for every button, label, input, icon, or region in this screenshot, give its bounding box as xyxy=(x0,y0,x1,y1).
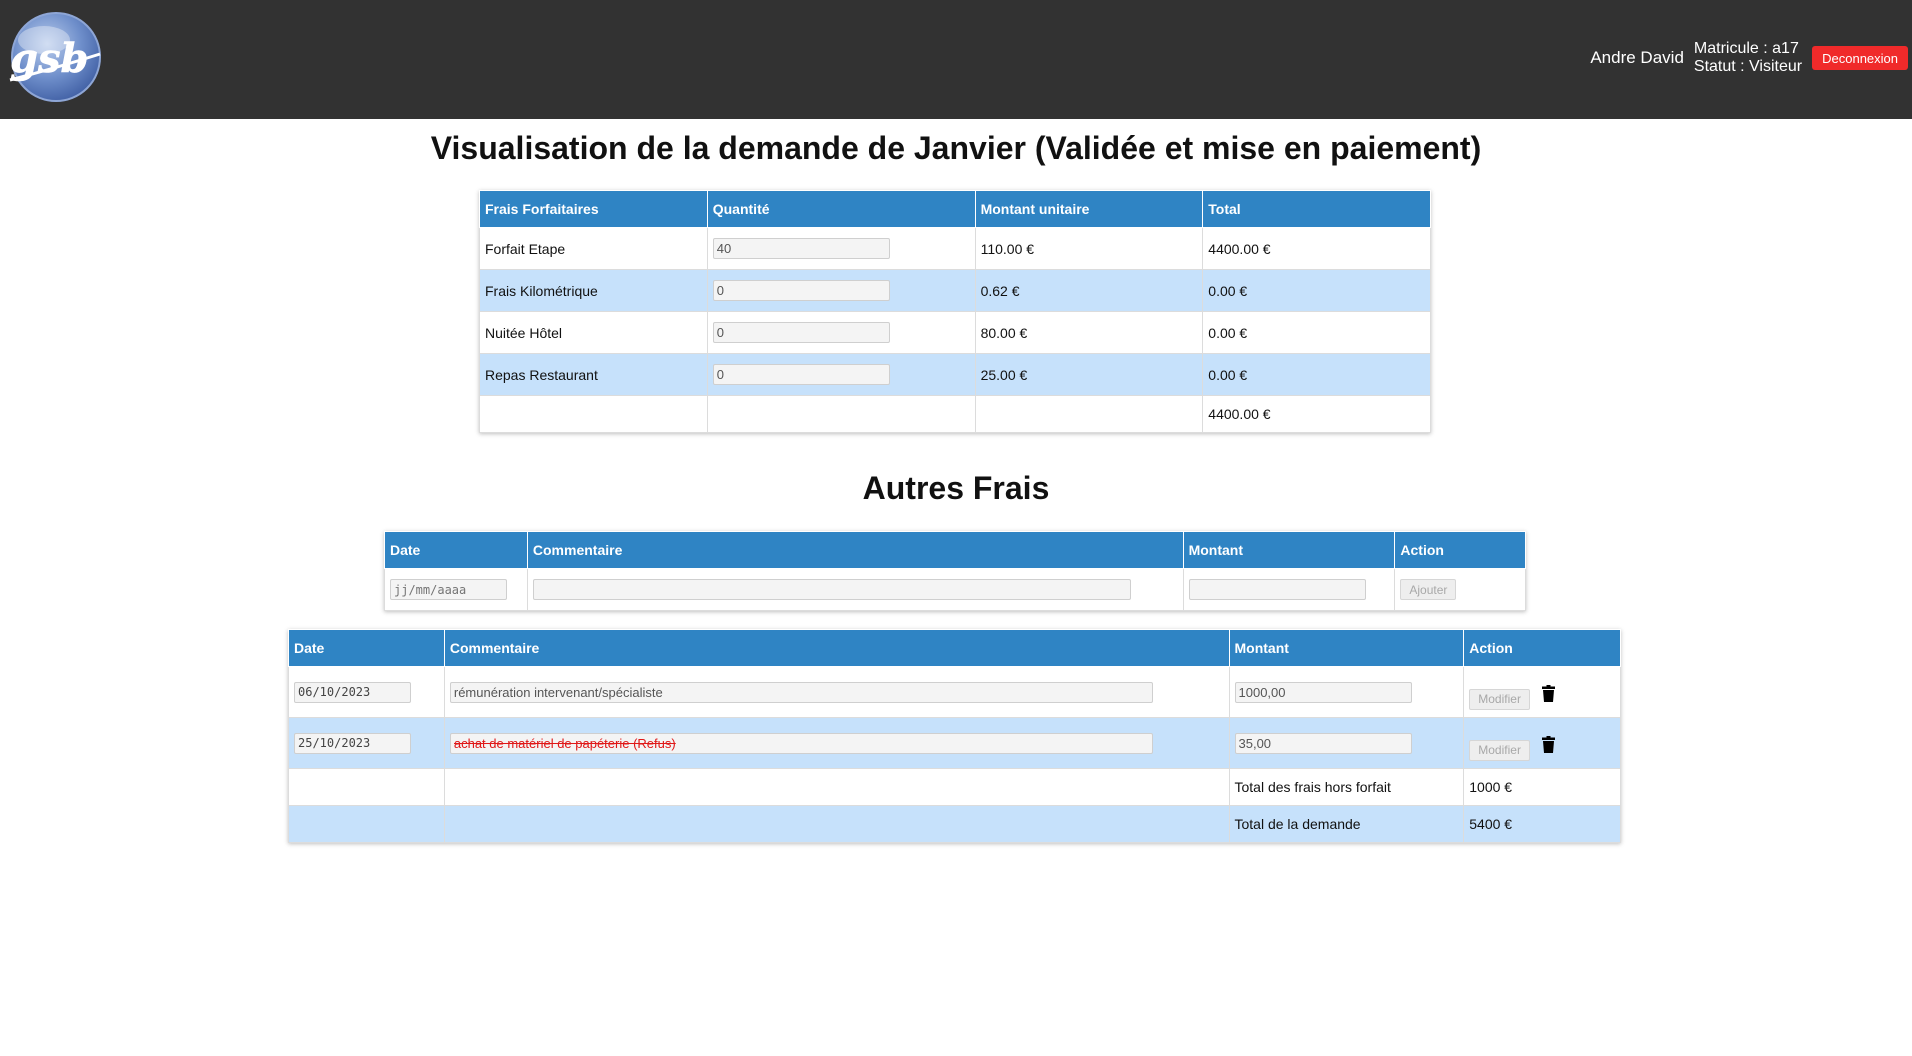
new-date-input[interactable] xyxy=(390,579,507,600)
hf-total-row: Total des frais hors forfait 1000 € xyxy=(288,768,1621,806)
hf-date-input[interactable] xyxy=(294,732,411,754)
forfait-table: Frais Forfaitaires Quantité Montant unit… xyxy=(479,190,1431,433)
top-bar: gsb Andre David Matricule : a17 Statut :… xyxy=(0,0,1912,119)
demande-total-value: 5400 € xyxy=(1463,805,1621,843)
hf-col-date: Date xyxy=(288,629,445,667)
add-col-date: Date xyxy=(384,531,528,569)
section-title-autres-frais: Autres Frais xyxy=(862,470,1050,506)
add-col-amount: Montant xyxy=(1182,531,1396,569)
forfait-unit: 80.00 € xyxy=(974,311,1204,354)
forfait-header-row: Frais Forfaitaires Quantité Montant unit… xyxy=(479,190,1431,228)
add-header-row: Date Commentaire Montant Action xyxy=(384,531,1526,569)
new-comment-input[interactable] xyxy=(532,579,1131,600)
forfait-total: 0.00 € xyxy=(1202,269,1431,312)
quantity-input[interactable] xyxy=(712,322,890,343)
logout-button[interactable]: Deconnexion xyxy=(1812,46,1908,70)
forfait-label: Nuitée Hôtel xyxy=(479,311,708,354)
forfait-unit: 110.00 € xyxy=(974,227,1204,270)
forfait-grand-total: 4400.00 € xyxy=(1202,395,1431,433)
hf-comment-input[interactable] xyxy=(449,681,1153,703)
add-frais-table: Date Commentaire Montant Action Ajouter xyxy=(384,531,1526,611)
trash-icon[interactable] xyxy=(1541,735,1555,753)
hf-total-value: 1000 € xyxy=(1463,768,1621,806)
forfait-label: Repas Restaurant xyxy=(479,353,708,396)
modify-button[interactable]: Modifier xyxy=(1469,739,1530,761)
forfait-col-quantity: Quantité xyxy=(706,190,976,228)
forfait-row: Forfait Etape 110.00 € 4400.00 € xyxy=(479,227,1431,270)
logo-text: gsb xyxy=(10,35,88,82)
hf-col-action: Action xyxy=(1463,629,1621,667)
page-title: Visualisation de la demande de Janvier (… xyxy=(430,130,1482,166)
hf-header-row: Date Commentaire Montant Action xyxy=(288,629,1621,667)
add-frais-row: Ajouter xyxy=(384,568,1526,611)
hf-row: Modifier xyxy=(288,717,1621,769)
user-block: Andre David Matricule : a17 Statut : Vis… xyxy=(1590,38,1912,78)
forfait-total-row: 4400.00 € xyxy=(479,395,1431,433)
forfait-label: Forfait Etape xyxy=(479,227,708,270)
forfait-label: Frais Kilométrique xyxy=(479,269,708,312)
hors-forfait-table: Date Commentaire Montant Action Modifier xyxy=(288,629,1621,843)
hf-row: Modifier xyxy=(288,666,1621,718)
forfait-total: 4400.00 € xyxy=(1202,227,1431,270)
forfait-col-label: Frais Forfaitaires xyxy=(479,190,708,228)
hf-comment-input-refused[interactable] xyxy=(449,732,1153,754)
add-button[interactable]: Ajouter xyxy=(1400,579,1457,600)
hf-col-amount: Montant xyxy=(1228,629,1465,667)
quantity-input[interactable] xyxy=(712,238,890,259)
gsb-logo: gsb xyxy=(9,12,101,102)
quantity-input[interactable] xyxy=(712,364,890,385)
forfait-total: 0.00 € xyxy=(1202,311,1431,354)
user-matricule: Matricule : a17 xyxy=(1693,40,1799,57)
demande-total-row: Total de la demande 5400 € xyxy=(288,805,1621,843)
hf-total-label: Total des frais hors forfait xyxy=(1228,768,1465,806)
add-col-action: Action xyxy=(1394,531,1526,569)
new-amount-input[interactable] xyxy=(1188,579,1366,600)
user-statut: Statut : Visiteur xyxy=(1693,58,1803,75)
forfait-row: Nuitée Hôtel 80.00 € 0.00 € xyxy=(479,311,1431,354)
user-meta: Matricule : a17 Statut : Visiteur xyxy=(1694,40,1802,76)
forfait-row: Frais Kilométrique 0.62 € 0.00 € xyxy=(479,269,1431,312)
forfait-row: Repas Restaurant 25.00 € 0.00 € xyxy=(479,353,1431,396)
forfait-col-unit: Montant unitaire xyxy=(974,190,1204,228)
demande-total-label: Total de la demande xyxy=(1228,805,1465,843)
add-col-comment: Commentaire xyxy=(526,531,1184,569)
quantity-input[interactable] xyxy=(712,280,890,301)
forfait-total: 0.00 € xyxy=(1202,353,1431,396)
user-name: Andre David xyxy=(1590,48,1684,67)
forfait-unit: 0.62 € xyxy=(974,269,1204,312)
hf-date-input[interactable] xyxy=(294,681,411,703)
modify-button[interactable]: Modifier xyxy=(1469,688,1530,710)
forfait-unit: 25.00 € xyxy=(974,353,1204,396)
hf-amount-input[interactable] xyxy=(1234,681,1412,703)
trash-icon[interactable] xyxy=(1541,684,1555,702)
hf-amount-input[interactable] xyxy=(1234,732,1412,754)
hf-col-comment: Commentaire xyxy=(443,629,1230,667)
forfait-col-total: Total xyxy=(1202,190,1431,228)
